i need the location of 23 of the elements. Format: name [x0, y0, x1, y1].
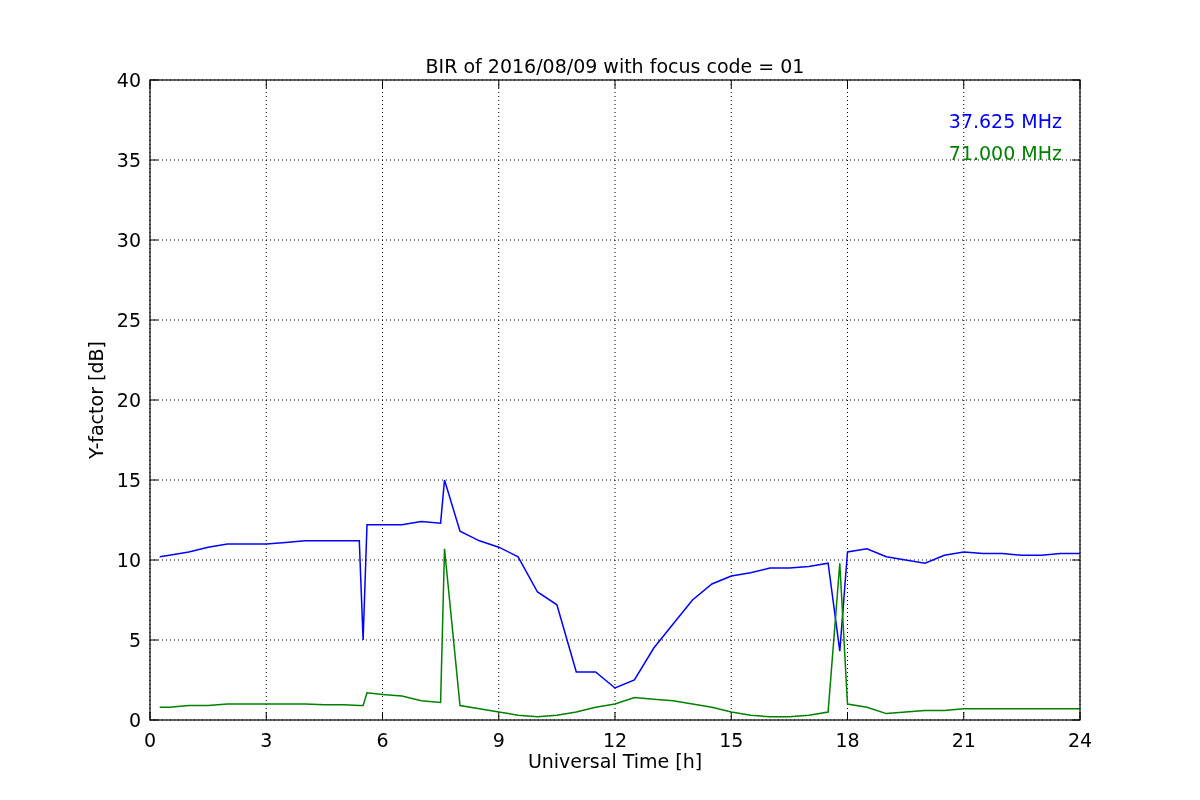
- axis-tick-label: 21: [951, 729, 976, 751]
- axis-tick-label: 6: [376, 729, 389, 751]
- chart-title: BIR of 2016/08/09 with focus code = 01: [425, 55, 805, 77]
- legend-label: 71.000 MHz: [948, 142, 1062, 164]
- axis-tick-label: 24: [1067, 729, 1093, 751]
- axis-tick-label: 12: [602, 729, 628, 751]
- axis-tick-label: 9: [492, 729, 505, 751]
- axis-tick-label: 18: [835, 729, 860, 751]
- axis-tick-label: 20: [116, 389, 141, 411]
- axis-tick-label: 25: [116, 309, 141, 331]
- axis-tick-label: 0: [128, 709, 141, 731]
- axis-tick-label: 3: [260, 729, 273, 751]
- axis-tick-label: 35: [116, 149, 141, 171]
- axis-label: Universal Time [h]: [527, 750, 703, 772]
- axis-tick-label: 40: [116, 69, 141, 91]
- axis-tick-label: 10: [116, 549, 141, 571]
- axis-tick-label: 0: [143, 729, 157, 751]
- legend-label: 37.625 MHz: [948, 110, 1062, 132]
- axis-label: Y-factor [dB]: [85, 341, 107, 459]
- axis-tick-label: 15: [116, 469, 141, 491]
- axis-tick-label: 5: [128, 629, 141, 651]
- axis-tick-label: 15: [719, 729, 744, 751]
- axis-tick-label: 30: [116, 229, 141, 251]
